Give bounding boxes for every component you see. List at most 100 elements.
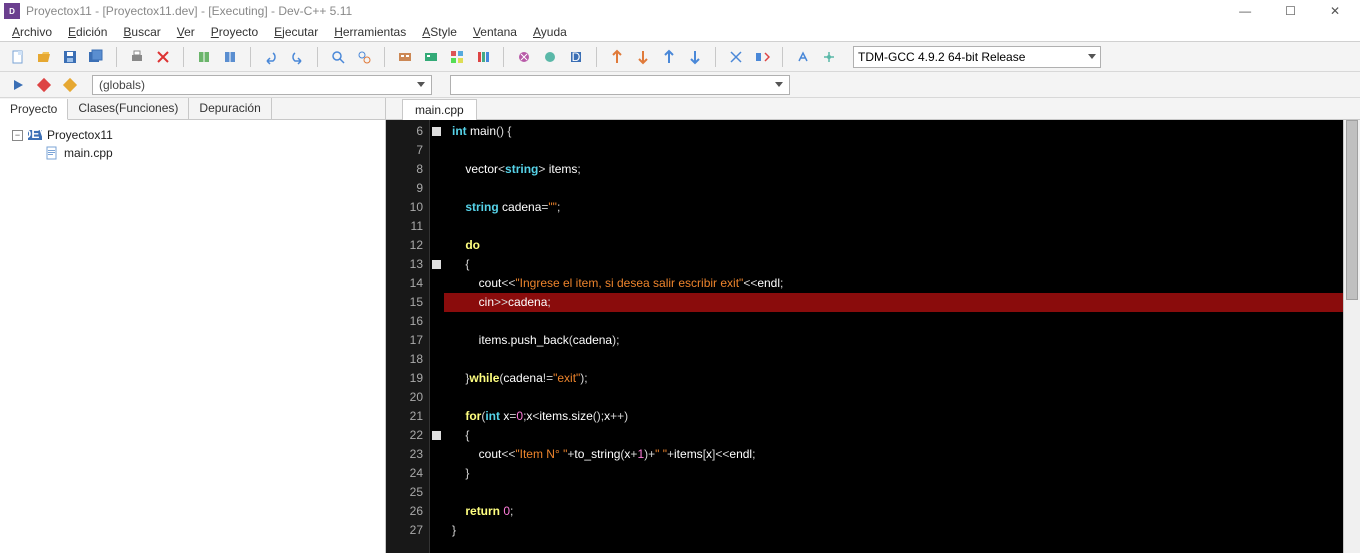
code-line[interactable]: cin>>cadena; (444, 293, 1343, 312)
chevron-down-icon (417, 82, 425, 87)
compiler-select[interactable]: TDM-GCC 4.9.2 64-bit Release (853, 46, 1101, 68)
open-icon[interactable] (34, 47, 54, 67)
panel-tab-0[interactable]: Proyecto (0, 99, 68, 120)
compile-icon[interactable] (395, 47, 415, 67)
compiler-value: TDM-GCC 4.9.2 64-bit Release (858, 50, 1025, 64)
insert-icon[interactable] (819, 47, 839, 67)
minimize-button[interactable]: — (1231, 2, 1259, 20)
main-toolbar: D TDM-GCC 4.9.2 64-bit Release (0, 42, 1360, 72)
code-line[interactable]: cout<<"Ingrese el item, si desea salir e… (444, 274, 1343, 293)
window-title: Proyectox11 - [Proyectox11.dev] - [Execu… (26, 4, 352, 18)
line-gutter: 6789101112131415161718192021222324252627 (386, 120, 430, 553)
file-tab[interactable]: main.cpp (402, 99, 477, 120)
goto-next-icon[interactable] (633, 47, 653, 67)
uncomment-icon[interactable] (752, 47, 772, 67)
panel-tab-1[interactable]: Clases(Funciones) (68, 98, 189, 119)
debug-icon[interactable] (514, 47, 534, 67)
menu-archivo[interactable]: Archivo (6, 23, 58, 41)
menu-herramientas[interactable]: Herramientas (328, 23, 412, 41)
code-line[interactable]: vector<string> items; (444, 160, 1343, 179)
code-content[interactable]: int main() { vector<string> items; strin… (444, 120, 1343, 553)
close-button[interactable]: ✕ (1322, 2, 1348, 20)
project-name: Proyectox11 (47, 128, 113, 142)
menu-ejecutar[interactable]: Ejecutar (268, 23, 324, 41)
debug-play-icon[interactable] (8, 75, 28, 95)
book2-icon[interactable] (220, 47, 240, 67)
code-line[interactable]: } (444, 521, 1343, 540)
code-line[interactable] (444, 312, 1343, 331)
print-icon[interactable] (127, 47, 147, 67)
code-line[interactable]: return 0; (444, 502, 1343, 521)
code-line[interactable]: int main() { (444, 122, 1343, 141)
menu-ventana[interactable]: Ventana (467, 23, 523, 41)
new-file-icon[interactable] (8, 47, 28, 67)
class-select[interactable] (450, 75, 790, 95)
project-icon: DEV (27, 127, 43, 143)
tree-project-row[interactable]: − DEV Proyectox11 (8, 126, 377, 144)
find-icon[interactable] (328, 47, 348, 67)
code-line[interactable]: items.push_back(cadena); (444, 331, 1343, 350)
save-all-icon[interactable] (86, 47, 106, 67)
code-line[interactable]: { (444, 426, 1343, 445)
code-line[interactable] (444, 217, 1343, 236)
scope-value: (globals) (99, 78, 145, 92)
code-line[interactable] (444, 483, 1343, 502)
code-line[interactable]: } (444, 464, 1343, 483)
menu-proyecto[interactable]: Proyecto (205, 23, 264, 41)
menu-buscar[interactable]: Buscar (117, 23, 166, 41)
svg-text:D: D (572, 50, 581, 64)
bookmark2-icon[interactable] (685, 47, 705, 67)
code-line[interactable]: }while(cadena!="exit"); (444, 369, 1343, 388)
cpp-file-icon (44, 145, 60, 161)
bookmark-icon[interactable] (659, 47, 679, 67)
svg-text:DEV: DEV (27, 127, 43, 141)
delete-icon[interactable] (153, 47, 173, 67)
project-tree: − DEV Proyectox11 main.cpp (0, 120, 385, 553)
compile-run-icon[interactable] (447, 47, 467, 67)
tree-file-row[interactable]: main.cpp (8, 144, 377, 162)
collapse-icon[interactable]: − (12, 130, 23, 141)
replace-icon[interactable] (354, 47, 374, 67)
maximize-button[interactable]: ☐ (1277, 2, 1304, 20)
code-line[interactable]: do (444, 236, 1343, 255)
scope-select[interactable]: (globals) (92, 75, 432, 95)
main-area: ProyectoClases(Funciones)Depuración − DE… (0, 98, 1360, 553)
code-line[interactable]: for(int x=0;x<items.size();x++) (444, 407, 1343, 426)
code-editor[interactable]: 6789101112131415161718192021222324252627… (386, 120, 1360, 553)
debug-step-icon[interactable] (60, 75, 80, 95)
scrollbar-thumb[interactable] (1346, 120, 1358, 300)
profile-icon[interactable] (540, 47, 560, 67)
window-controls: — ☐ ✕ (1231, 2, 1356, 20)
project-tabs: ProyectoClases(Funciones)Depuración (0, 98, 385, 120)
menu-edición[interactable]: Edición (62, 23, 113, 41)
code-line[interactable] (444, 141, 1343, 160)
menu-ayuda[interactable]: Ayuda (527, 23, 573, 41)
syntax-icon[interactable]: D (566, 47, 586, 67)
rebuild-icon[interactable] (473, 47, 493, 67)
menu-ver[interactable]: Ver (171, 23, 201, 41)
comment-icon[interactable] (726, 47, 746, 67)
code-line[interactable]: string cadena=""; (444, 198, 1343, 217)
code-line[interactable]: cout<<"Item N° "+to_string(x+1)+" "+item… (444, 445, 1343, 464)
run-icon[interactable] (421, 47, 441, 67)
code-line[interactable] (444, 350, 1343, 369)
astyle-icon[interactable] (793, 47, 813, 67)
book-icon[interactable] (194, 47, 214, 67)
save-icon[interactable] (60, 47, 80, 67)
vertical-scrollbar[interactable] (1343, 120, 1360, 553)
code-line[interactable] (444, 179, 1343, 198)
title-bar: D Proyectox11 - [Proyectox11.dev] - [Exe… (0, 0, 1360, 22)
file-tab-bar: main.cpp (386, 98, 1360, 120)
project-panel: ProyectoClases(Funciones)Depuración − DE… (0, 98, 386, 553)
editor-area: main.cpp 6789101112131415161718192021222… (386, 98, 1360, 553)
menu-bar: ArchivoEdiciónBuscar VerProyectoEjecutarH… (0, 22, 1360, 42)
goto-prev-icon[interactable] (607, 47, 627, 67)
panel-tab-2[interactable]: Depuración (189, 98, 271, 119)
code-line[interactable] (444, 388, 1343, 407)
chevron-down-icon (1088, 54, 1096, 59)
redo-icon[interactable] (287, 47, 307, 67)
debug-stop-icon[interactable] (34, 75, 54, 95)
menu-astyle[interactable]: AStyle (416, 23, 463, 41)
code-line[interactable]: { (444, 255, 1343, 274)
undo-icon[interactable] (261, 47, 281, 67)
